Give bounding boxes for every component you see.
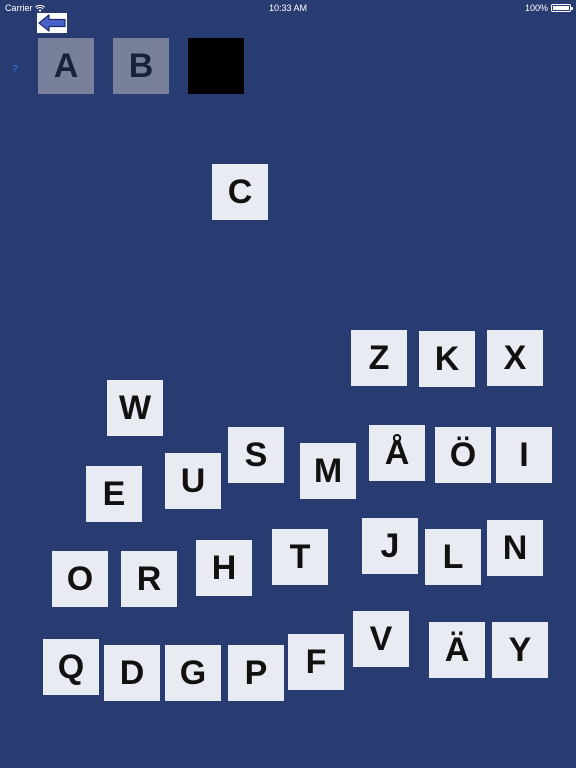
letter-tile-s[interactable]: S [228,427,284,483]
letter-tile-o-umlaut[interactable]: Ö [435,427,491,483]
letter-tile-v[interactable]: V [353,611,409,667]
letter-tile-o[interactable]: O [52,551,108,607]
battery-status: 100% [524,3,573,13]
letter-tile-f[interactable]: F [288,634,344,690]
clock: 10:33 AM [268,3,308,13]
letter-tile-z[interactable]: Z [351,330,407,386]
letter-tile-i[interactable]: I [496,427,552,483]
letter-tile-w[interactable]: W [107,380,163,436]
letter-tile-h[interactable]: H [196,540,252,596]
letter-tile-g[interactable]: G [165,645,221,701]
letter-tile-a-ring[interactable]: Å [369,425,425,481]
answer-slot-3[interactable] [188,38,244,94]
letter-tile-y[interactable]: Y [492,622,548,678]
letter-tile-t[interactable]: T [272,529,328,585]
letter-tile-x[interactable]: X [487,330,543,386]
letter-tile-a-umlaut[interactable]: Ä [429,622,485,678]
letter-tile-j[interactable]: J [362,518,418,574]
answer-slot-2[interactable]: B [113,38,169,94]
battery-icon [551,4,573,12]
letter-tile-r[interactable]: R [121,551,177,607]
help-button[interactable]: ? [9,63,21,77]
letter-tile-c[interactable]: C [212,164,268,220]
letter-tile-n[interactable]: N [487,520,543,576]
battery-percent: 100% [524,3,548,13]
letter-tile-m[interactable]: M [300,443,356,499]
letter-tile-l[interactable]: L [425,529,481,585]
answer-slot-1[interactable]: A [38,38,94,94]
letter-tile-u[interactable]: U [165,453,221,509]
letter-tile-q[interactable]: Q [43,639,99,695]
letter-tile-d[interactable]: D [104,645,160,701]
back-button[interactable] [37,13,67,33]
letter-tile-k[interactable]: K [419,331,475,387]
back-arrow-icon [38,14,66,32]
status-bar: Carrier 10:33 AM 100% [0,0,576,16]
letter-tile-e[interactable]: E [86,466,142,522]
letter-tile-p[interactable]: P [228,645,284,701]
